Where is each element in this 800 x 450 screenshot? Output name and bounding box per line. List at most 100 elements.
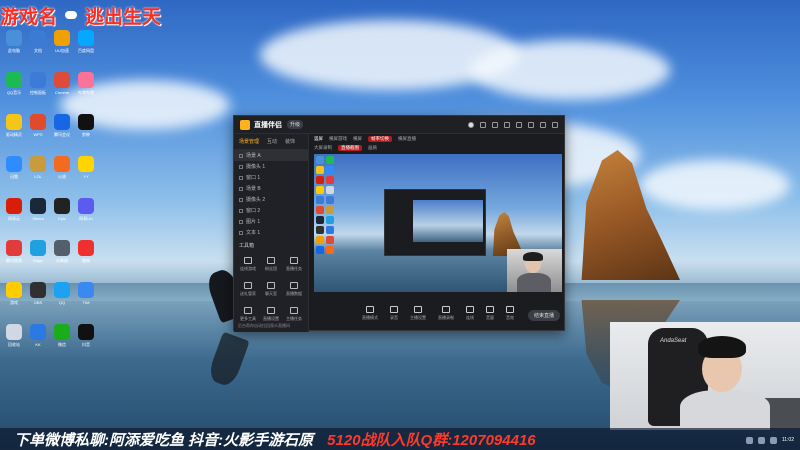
eye-icon[interactable] bbox=[239, 186, 243, 191]
control-icon bbox=[390, 305, 398, 313]
toolbox-item[interactable]: 送礼管家 bbox=[238, 278, 258, 300]
desktop-icon-label: Edge bbox=[33, 258, 43, 263]
network-icon[interactable] bbox=[745, 436, 753, 444]
input-method-icon[interactable] bbox=[769, 436, 777, 444]
desktop-icon[interactable]: 微信 bbox=[50, 324, 74, 360]
desktop-icon[interactable]: 腾讯视频 bbox=[2, 240, 26, 276]
scene-item[interactable]: 窗口 1 bbox=[234, 172, 308, 183]
desktop-icon[interactable]: UU加速 bbox=[50, 30, 74, 66]
message-icon[interactable] bbox=[492, 121, 498, 128]
toolbox-item[interactable]: 粉丝团 bbox=[261, 253, 281, 275]
taskbar-clock[interactable]: 11:02 bbox=[782, 437, 794, 443]
maximize-icon[interactable] bbox=[540, 121, 546, 128]
desktop-icon[interactable]: 回收站 bbox=[2, 324, 26, 360]
settings-icon[interactable] bbox=[480, 121, 486, 128]
app-icon bbox=[30, 156, 46, 172]
desktop-icon[interactable]: KK bbox=[26, 324, 50, 360]
avatar[interactable] bbox=[468, 121, 474, 128]
desktop-icon[interactable]: OBS bbox=[26, 282, 50, 318]
preview-icon bbox=[316, 156, 324, 164]
app-icon bbox=[30, 198, 46, 214]
desktop-icon[interactable]: 文档 bbox=[26, 30, 50, 66]
desktop-icon[interactable]: 抖音 bbox=[74, 324, 98, 360]
minimize-icon[interactable] bbox=[528, 121, 534, 128]
desktop-icon[interactable]: 雷神 bbox=[74, 240, 98, 276]
toolbox-item[interactable]: 直播设置 bbox=[261, 303, 281, 325]
app-icon bbox=[30, 30, 46, 46]
eye-icon[interactable] bbox=[239, 230, 243, 235]
toolbox-item[interactable]: 直播数据 bbox=[284, 278, 304, 300]
desktop-icon[interactable]: 腾讯会议 bbox=[50, 114, 74, 150]
toolbox-item[interactable]: 主播任务 bbox=[284, 303, 304, 325]
scene-item[interactable]: 窗口 2 bbox=[234, 205, 308, 216]
volume-icon[interactable] bbox=[757, 436, 765, 444]
control-button[interactable]: 直播录制 bbox=[438, 305, 454, 321]
desktop-icon[interactable]: Edge bbox=[26, 240, 50, 276]
scene-item[interactable]: 摄像头 2 bbox=[234, 194, 308, 205]
quality-button[interactable]: 画质 bbox=[368, 145, 377, 151]
desktop-icon[interactable]: 哔哩哔哩 bbox=[74, 72, 98, 108]
desktop-icon[interactable]: Epic bbox=[50, 198, 74, 234]
control-button[interactable]: 音量 bbox=[486, 305, 494, 321]
scene-item[interactable]: 场景 A bbox=[234, 150, 308, 161]
desktop-icon[interactable]: LOL bbox=[26, 156, 50, 192]
control-button[interactable]: 直播模式 bbox=[362, 305, 378, 321]
control-label: 主播设置 bbox=[410, 314, 426, 320]
desktop-icon[interactable]: YY bbox=[74, 156, 98, 192]
app-icon bbox=[6, 156, 22, 172]
desktop-icon[interactable]: TIM bbox=[74, 282, 98, 318]
scene-item[interactable]: 摄像头 1 bbox=[234, 161, 308, 172]
desktop-icon[interactable]: 游戏 bbox=[2, 282, 26, 318]
tab-landscape-game[interactable]: 横屏游戏 bbox=[329, 136, 347, 142]
tab-landscape-live[interactable]: 横屏直播 bbox=[398, 136, 416, 142]
desktop-icon[interactable]: 驱动精灵 bbox=[2, 114, 26, 150]
eye-icon[interactable] bbox=[239, 164, 243, 169]
tab-interact[interactable]: 互动 bbox=[267, 138, 277, 145]
upgrade-badge[interactable]: 升级 bbox=[287, 120, 304, 129]
stream-preview[interactable] bbox=[314, 154, 562, 292]
close-icon[interactable] bbox=[552, 121, 558, 128]
skin-icon[interactable] bbox=[504, 121, 510, 128]
eye-icon[interactable] bbox=[239, 153, 243, 158]
control-button[interactable]: 连线 bbox=[466, 305, 474, 321]
desktop-icon[interactable]: 网易UU bbox=[74, 198, 98, 234]
tab-scenes[interactable]: 场景管理 bbox=[239, 138, 259, 145]
eye-icon[interactable] bbox=[239, 219, 243, 224]
toolbox-item[interactable]: 连线游戏 bbox=[238, 253, 258, 275]
scene-item[interactable]: 场景 B bbox=[234, 183, 308, 194]
desktop-icon[interactable]: Steam bbox=[26, 198, 50, 234]
desktop-icon[interactable]: 控制面板 bbox=[26, 72, 50, 108]
toolbox-item[interactable]: 聊天室 bbox=[261, 278, 281, 300]
tool-label: 主播任务 bbox=[286, 315, 302, 321]
desktop-icon[interactable]: QQ音乐 bbox=[2, 72, 26, 108]
desktop-icon[interactable]: 剪映 bbox=[74, 114, 98, 150]
tab-portrait[interactable]: 竖屏 bbox=[314, 136, 323, 142]
desktop-icon[interactable]: WPS bbox=[26, 114, 50, 150]
desktop-icon[interactable]: QQ bbox=[50, 282, 74, 318]
tab-framerate[interactable]: 帧率切换 bbox=[368, 135, 392, 142]
eye-icon[interactable] bbox=[239, 208, 243, 213]
eye-icon[interactable] bbox=[239, 175, 243, 180]
scene-item[interactable]: 文本 1 bbox=[234, 227, 308, 238]
screenshot-button[interactable]: 直播截图 bbox=[338, 144, 362, 151]
desktop-icon-label: 回收站 bbox=[8, 342, 20, 347]
toolbox-item[interactable]: 直播任务 bbox=[284, 253, 304, 275]
go-live-button[interactable]: 结束直播 bbox=[527, 310, 560, 321]
control-button[interactable]: 主播设置 bbox=[410, 305, 426, 321]
desktop-icon[interactable]: 计算器 bbox=[50, 240, 74, 276]
tab-landscape[interactable]: 横屏 bbox=[353, 136, 362, 142]
scene-item[interactable]: 图片 1 bbox=[234, 216, 308, 227]
control-button[interactable]: 录音 bbox=[390, 305, 398, 321]
desktop-icon[interactable]: 网易云 bbox=[2, 198, 26, 234]
desktop-icon[interactable]: 迅雷 bbox=[2, 156, 26, 192]
desktop-icon[interactable]: 百度网盘 bbox=[74, 30, 98, 66]
toolbox-item[interactable]: 更多工具 bbox=[238, 303, 258, 325]
tab-decor[interactable]: 装饰 bbox=[285, 138, 295, 145]
eye-icon[interactable] bbox=[239, 197, 243, 202]
control-button[interactable]: 音效 bbox=[506, 305, 514, 321]
desktop-icon[interactable]: 火绒 bbox=[50, 156, 74, 192]
record-screen-button[interactable]: 大屏录制 bbox=[314, 145, 332, 151]
desktop-icon[interactable]: Chrome bbox=[50, 72, 74, 108]
desktop-icon[interactable]: 此电脑 bbox=[2, 30, 26, 66]
menu-icon[interactable] bbox=[516, 121, 522, 128]
